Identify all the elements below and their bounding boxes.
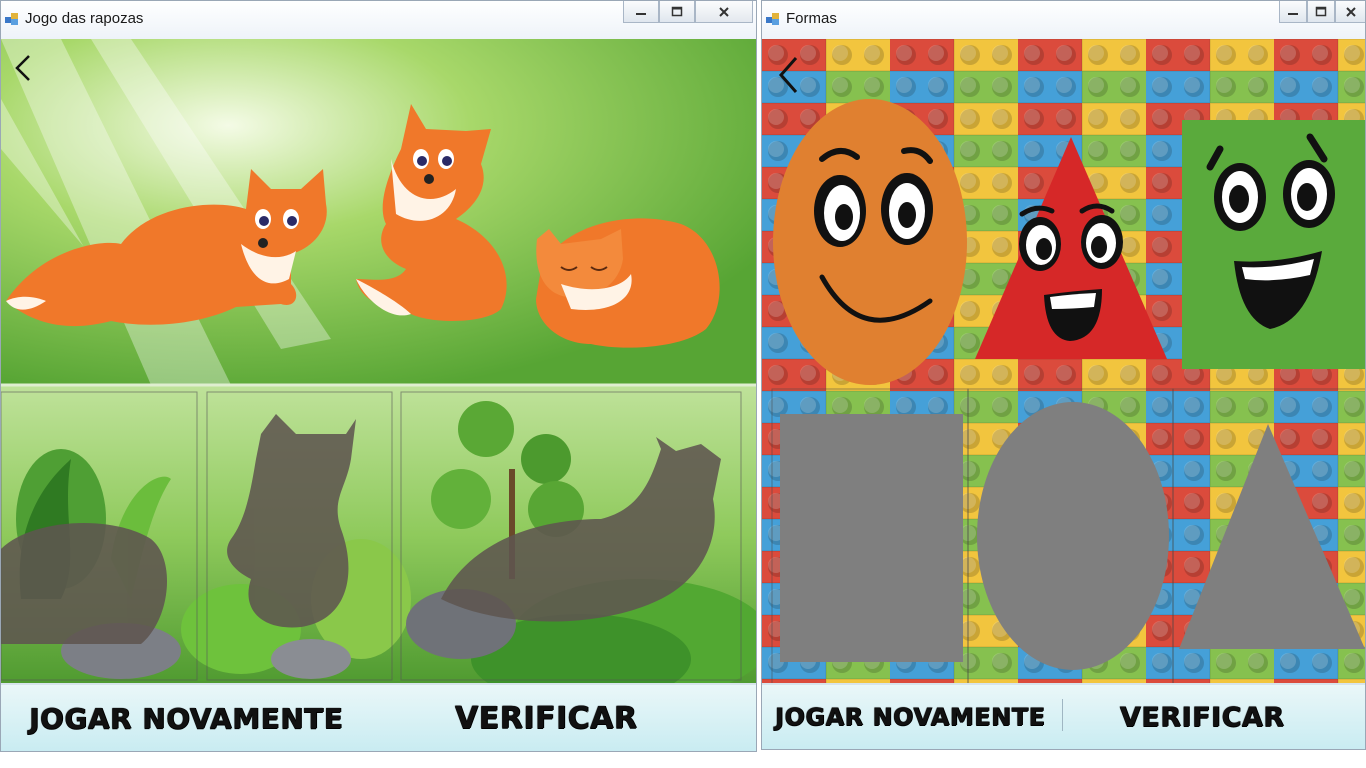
maximize-icon: [1315, 6, 1327, 16]
fox-footer-bar: JOGAR NOVAMENTE VERIFICAR: [1, 683, 756, 751]
shapes-window-titlebar[interactable]: Formas: [762, 1, 1365, 39]
minimize-button[interactable]: [623, 1, 659, 23]
chevron-left-icon: [15, 55, 30, 81]
button-divider: [1062, 699, 1063, 731]
window-title: Formas: [786, 10, 837, 27]
minimize-icon: [1288, 12, 1298, 15]
back-button[interactable]: [11, 53, 35, 87]
maximize-icon: [671, 6, 683, 16]
fox-game-area: [1, 39, 756, 685]
app-icon: [766, 13, 779, 25]
fox-window-titlebar[interactable]: Jogo das rapozas: [1, 1, 756, 39]
shapes-game-window: Formas JOGAR NOVAMENTE VERIFICAR: [761, 0, 1366, 750]
circle-shape-character[interactable]: [773, 99, 967, 385]
verify-button[interactable]: VERIFICAR: [401, 685, 691, 751]
close-button[interactable]: [695, 1, 753, 23]
shapes-footer-bar: JOGAR NOVAMENTE VERIFICAR: [762, 683, 1365, 749]
minimize-icon: [636, 12, 646, 15]
play-again-button[interactable]: JOGAR NOVAMENTE: [770, 685, 1050, 749]
maximize-button[interactable]: [1307, 1, 1335, 23]
shapes-game-area: [762, 39, 1365, 685]
window-title: Jogo das rapozas: [25, 10, 144, 27]
close-icon: [719, 6, 729, 17]
circle-target: [977, 402, 1169, 670]
maximize-button[interactable]: [659, 1, 695, 23]
square-target: [780, 414, 963, 662]
close-icon: [1346, 6, 1356, 17]
close-button[interactable]: [1335, 1, 1365, 23]
fox-game-window: Jogo das rapozas JOGAR NOVAMENTE VERIFIC…: [0, 0, 757, 752]
app-icon: [5, 13, 18, 25]
square-shape-character[interactable]: [1182, 120, 1365, 369]
back-button[interactable]: [776, 55, 800, 99]
play-again-button[interactable]: JOGAR NOVAMENTE: [1, 685, 371, 751]
minimize-button[interactable]: [1279, 1, 1307, 23]
chevron-left-icon: [778, 57, 798, 93]
verify-button[interactable]: VERIFICAR: [1092, 685, 1312, 749]
